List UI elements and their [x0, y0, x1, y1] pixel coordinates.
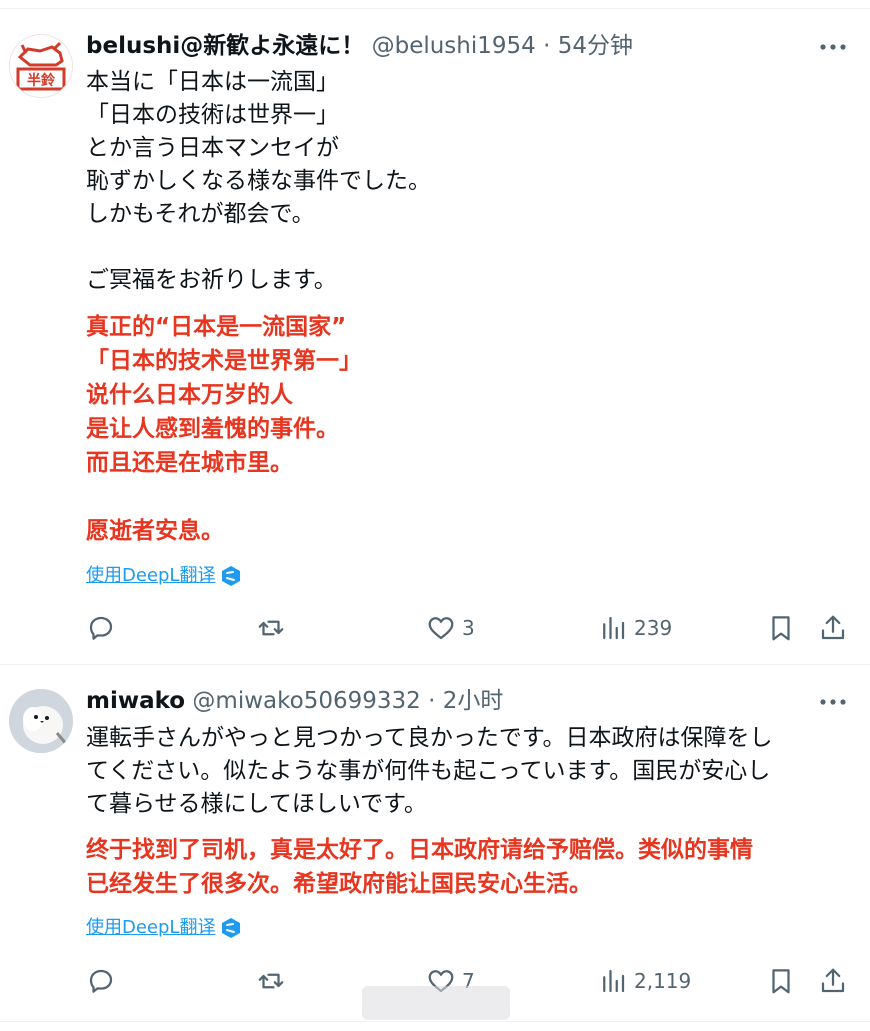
tweet-text: 本当に「日本は一流国」 「日本の技術は世界一」 とか言う日本マンセイが 恥ずかし… — [86, 69, 431, 293]
stamp-text: 半鈴 — [27, 72, 56, 89]
translate-link[interactable]: 使用DeepL翻译 — [86, 916, 241, 940]
bookmark-icon — [772, 969, 790, 994]
retweet-button[interactable] — [256, 963, 292, 999]
watermark-overlay — [362, 986, 510, 1020]
more-icon — [820, 44, 846, 50]
display-name[interactable]: belushi@新歓よ永遠に！ — [86, 33, 364, 59]
retweet-icon — [258, 973, 284, 989]
translated-text: 终于找到了司机，真是太好了。日本政府请给予赔偿。类似的事情 已经发生了很多次。希… — [86, 837, 753, 897]
reply-button[interactable] — [86, 610, 122, 646]
bird-avatar-icon — [9, 689, 73, 753]
top-divider — [0, 8, 870, 9]
bookmark-button[interactable] — [766, 963, 796, 999]
timestamp[interactable]: 54分钟 — [558, 33, 633, 59]
deepl-icon — [222, 566, 241, 586]
tweet[interactable]: miwako @miwako50699332 · 2小时 運転手さんがやっと見つ… — [0, 665, 870, 1021]
tweet-divider — [0, 1021, 870, 1022]
tweet-text: 運転手さんがやっと見つかって良かったです。日本政府は保障をし てください。似たよ… — [86, 725, 773, 817]
views-button[interactable]: 2,119 — [598, 963, 691, 999]
share-icon — [821, 615, 845, 640]
translate-link[interactable]: 使用DeepL翻译 — [86, 564, 241, 588]
deepl-icon — [222, 918, 241, 938]
reply-icon — [89, 616, 113, 640]
more-icon — [820, 699, 846, 705]
tweet-header: miwako @miwako50699332 · 2小时 — [86, 685, 503, 717]
like-button[interactable]: 3 — [426, 610, 475, 646]
view-count: 239 — [634, 616, 673, 640]
like-count: 3 — [462, 616, 475, 640]
bookmark-icon — [772, 616, 790, 641]
display-name[interactable]: miwako — [86, 688, 185, 714]
separator-dot: · — [543, 33, 551, 59]
retweet-icon — [258, 620, 284, 636]
more-options-button[interactable] — [818, 687, 848, 717]
heart-icon — [428, 617, 454, 640]
view-count: 2,119 — [634, 969, 692, 993]
translate-label[interactable]: 使用DeepL翻译 — [86, 916, 215, 940]
share-button[interactable] — [818, 610, 848, 646]
reply-icon — [89, 969, 113, 993]
more-options-button[interactable] — [818, 32, 848, 62]
separator-dot: · — [428, 688, 436, 714]
reply-button[interactable] — [86, 963, 122, 999]
user-handle[interactable]: @belushi1954 — [372, 33, 536, 59]
views-icon — [603, 969, 625, 993]
avatar[interactable]: 半鈴 — [9, 34, 73, 98]
views-button[interactable]: 239 — [598, 610, 672, 646]
avatar[interactable] — [9, 689, 73, 753]
share-icon — [821, 968, 845, 993]
views-icon — [603, 616, 625, 640]
stamp-avatar-icon: 半鈴 — [10, 35, 72, 97]
tweet-actions: 3 239 — [86, 610, 850, 646]
tweet[interactable]: 半鈴 belushi@新歓よ永遠に！ @belushi1954 · 54分钟 本… — [0, 10, 870, 664]
bookmark-button[interactable] — [766, 610, 796, 646]
retweet-button[interactable] — [256, 610, 292, 646]
timestamp[interactable]: 2小时 — [443, 688, 504, 714]
translated-text: 真正的“日本是一流国家” 「日本的技术是世界第一」 说什么日本万岁的人 是让人感… — [86, 314, 362, 544]
user-handle[interactable]: @miwako50699332 — [192, 688, 420, 714]
translate-label[interactable]: 使用DeepL翻译 — [86, 564, 215, 588]
share-button[interactable] — [818, 963, 848, 999]
tweet-header: belushi@新歓よ永遠に！ @belushi1954 · 54分钟 — [86, 30, 633, 62]
